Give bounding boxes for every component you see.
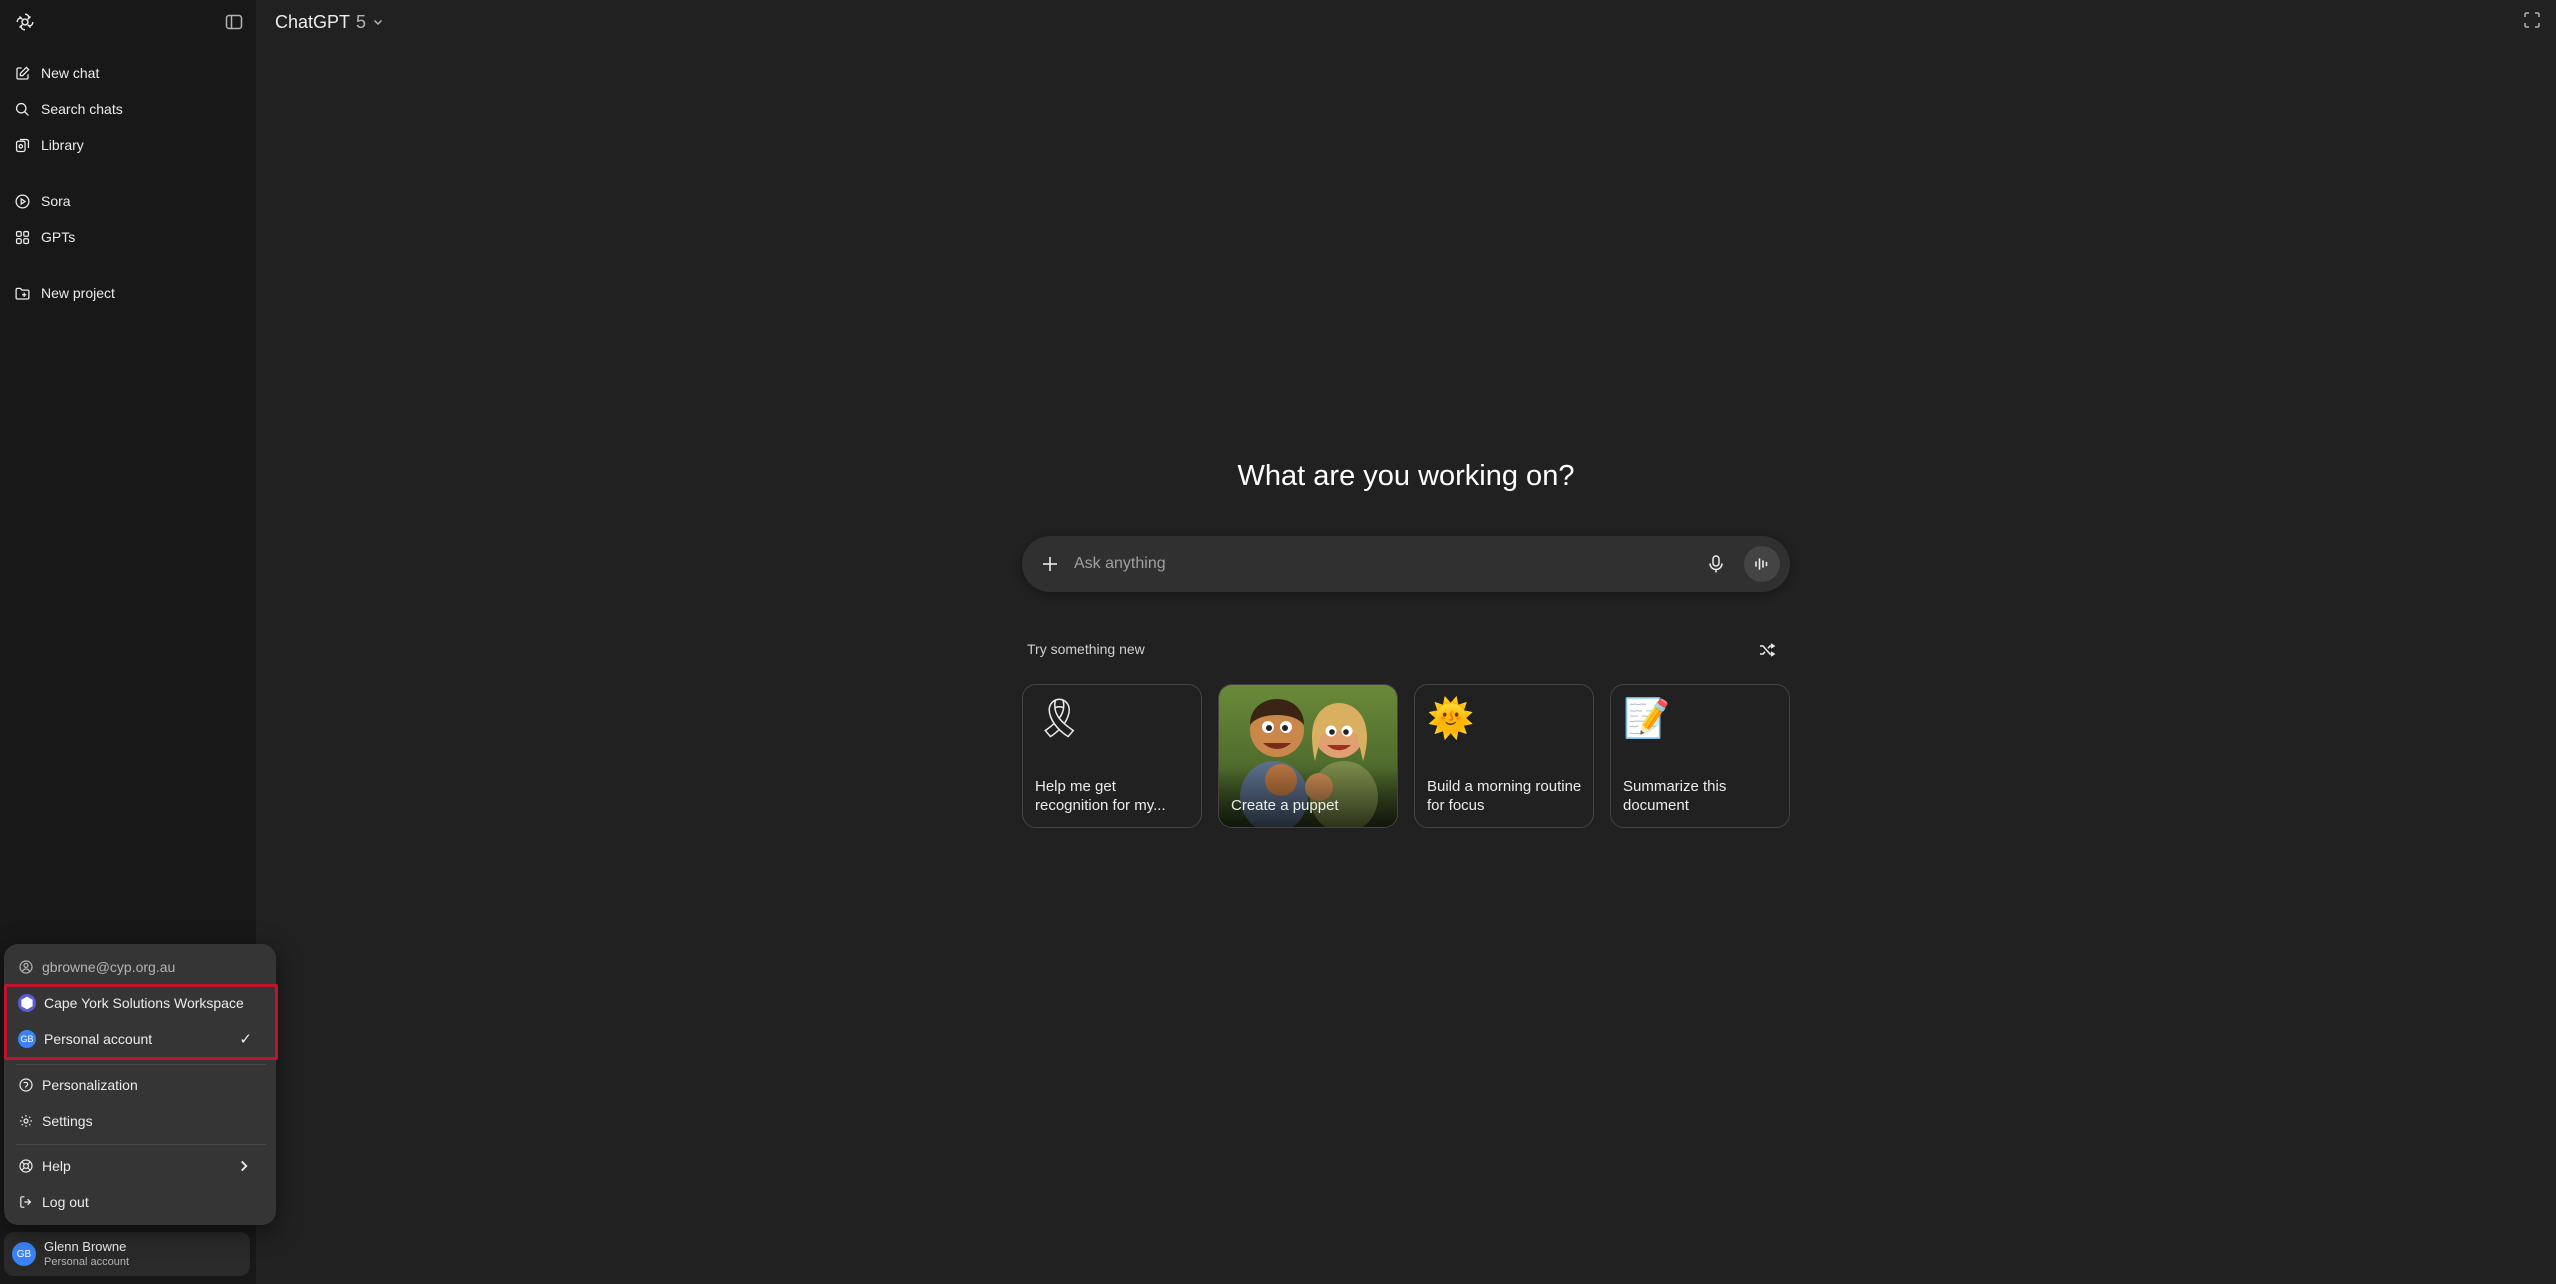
user-account-button[interactable]: GB Glenn Browne Personal account: [4, 1232, 250, 1276]
try-something-new-label: Try something new: [1027, 641, 1145, 657]
sidebar-item-label: New chat: [41, 65, 100, 81]
model-switcher[interactable]: ChatGPT 5: [275, 8, 384, 36]
folder-plus-icon: [15, 287, 30, 300]
personalization-label: Personalization: [42, 1077, 138, 1093]
sidebar-item-search-chats[interactable]: Search chats: [8, 93, 248, 125]
grid-icon: [15, 230, 30, 244]
pencil-square-icon: [16, 65, 30, 80]
gear-icon: [20, 1115, 32, 1127]
sidebar-item-label: Library: [41, 137, 84, 153]
openai-logo-icon[interactable]: [14, 11, 36, 33]
user-circle-icon: [19, 960, 33, 974]
menu-personalization[interactable]: Personalization: [18, 1070, 266, 1100]
library-icon: [15, 138, 30, 152]
prompt-input[interactable]: [1074, 550, 1674, 578]
sidebar-item-library[interactable]: Library: [8, 129, 248, 161]
sun-icon: 🌞: [1427, 698, 1475, 740]
help-lifebuoy-icon: [19, 1159, 33, 1173]
sidebar-item-new-chat[interactable]: New chat: [8, 57, 248, 89]
voice-mode-button[interactable]: [1744, 546, 1780, 582]
sidebar-top: [8, 8, 248, 36]
menu-divider: [16, 1144, 266, 1145]
search-icon: [15, 102, 29, 116]
account-menu: gbrowne@cyp.org.au Cape York Solutions W…: [4, 944, 278, 1225]
sidebar-item-label: GPTs: [41, 229, 76, 245]
chevron-down-icon: [374, 19, 383, 26]
waveform-icon: [1755, 558, 1768, 570]
menu-help[interactable]: Help: [18, 1151, 266, 1181]
microphone-icon[interactable]: [1705, 553, 1727, 575]
sidebar-item-sora[interactable]: Sora: [8, 185, 248, 217]
logout-label: Log out: [42, 1194, 89, 1210]
sidebar-toggle-icon[interactable]: [224, 12, 244, 32]
menu-settings[interactable]: Settings: [18, 1106, 266, 1136]
sidebar-item-gpts[interactable]: GPTs: [8, 221, 248, 253]
user-name: Glenn Browne: [44, 1239, 127, 1254]
expand-icon[interactable]: [2522, 10, 2542, 30]
play-circle-icon: [15, 193, 30, 209]
highlight-box: [4, 984, 278, 1060]
notepad-icon: 📝: [1623, 698, 1671, 740]
settings-label: Settings: [42, 1113, 93, 1129]
suggestion-card[interactable]: 🌞 Build a morning routine for focus: [1414, 684, 1594, 828]
ribbon-medal-icon: 🎗: [1035, 698, 1084, 740]
user-plan: Personal account: [44, 1256, 129, 1268]
sidebar-item-label: New project: [41, 285, 115, 301]
card-label: Build a morning routine for focus: [1427, 778, 1582, 814]
plus-icon[interactable]: [1040, 554, 1060, 574]
personalization-icon: [19, 1078, 33, 1092]
email-text: gbrowne@cyp.org.au: [42, 959, 176, 975]
user-info: Glenn Browne Personal account: [44, 1239, 129, 1269]
page-title: What are you working on?: [1237, 460, 1575, 492]
card-label: Help me get recognition for my...: [1035, 778, 1166, 814]
model-version: 5: [356, 11, 367, 32]
model-name: ChatGPT: [275, 11, 351, 32]
menu-divider: [16, 1064, 266, 1065]
sidebar-item-label: Search chats: [41, 101, 123, 117]
suggestion-card[interactable]: 📝 Summarize this document: [1610, 684, 1790, 828]
card-label: Summarize this document: [1623, 778, 1727, 814]
card-label: Create a puppet: [1231, 797, 1339, 814]
help-label: Help: [42, 1158, 71, 1174]
sidebar-item-new-project[interactable]: New project: [8, 277, 248, 309]
shuffle-icon[interactable]: [1757, 640, 1777, 660]
avatar: GB: [12, 1242, 36, 1266]
suggestion-card[interactable]: Create a puppet: [1218, 684, 1398, 828]
chevron-right-icon: [241, 1160, 248, 1172]
menu-logout[interactable]: Log out: [18, 1187, 266, 1217]
menu-email: gbrowne@cyp.org.au: [18, 952, 266, 982]
logout-icon: [20, 1196, 32, 1208]
suggestion-card[interactable]: 🎗 Help me get recognition for my...: [1022, 684, 1202, 828]
sidebar-item-label: Sora: [41, 193, 71, 209]
composer: [1022, 536, 1790, 592]
